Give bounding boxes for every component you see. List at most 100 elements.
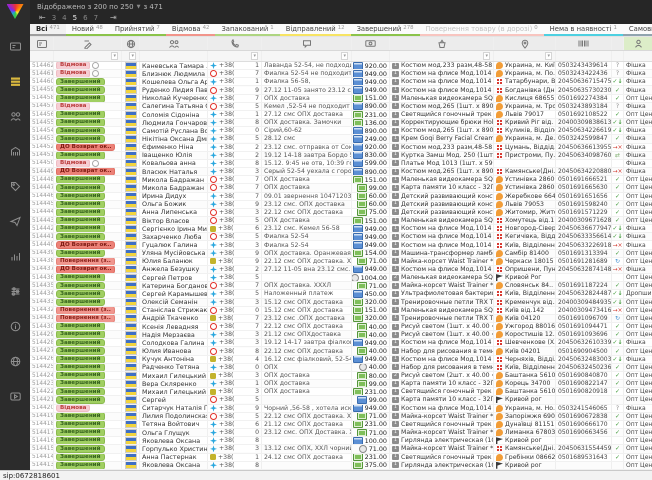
product-cell[interactable]: 1 Гирлянда электрическая (100 л.. — [390, 462, 494, 469]
customer-name[interactable]: Анна Пастернак — [140, 454, 208, 461]
customer-name[interactable]: Уляна Мусійовська — [140, 250, 208, 257]
customer-name[interactable]: Тетяна Войтович — [140, 421, 208, 428]
status-cell[interactable]: Завершений — [54, 364, 122, 371]
address-cell[interactable]: Цумань, Віддід.. — [494, 144, 556, 151]
customer-name[interactable]: Олексій Семанін — [140, 299, 208, 306]
manager-comment[interactable]: Фиалка 52-54 — [262, 241, 352, 248]
customer-name[interactable]: Вера Скляренко — [140, 380, 208, 387]
ttn-number[interactable]: 0501692274384 — [556, 95, 612, 102]
manager-comment[interactable]: 23.12 смс. ОПХ доставка — [262, 201, 352, 208]
address-cell[interactable]: Коростишів 12.. — [494, 331, 556, 338]
phone-cell[interactable]: +38( 8 — [208, 437, 262, 444]
ttn-number[interactable]: 0503242599847 — [556, 135, 612, 142]
address-cell[interactable]: Жеребкове 664.. — [494, 193, 556, 200]
ttn-number[interactable]: 0501692108522 — [556, 111, 612, 118]
table-row[interactable]: 514429 Завершений Надія Мерзаєва +38( 3 … — [30, 331, 652, 339]
table-row[interactable]: 514423 Завершений Вера Скляренко +38( 1 … — [30, 380, 652, 388]
table-row[interactable]: 514435 Завершений Катерина Богданова +38… — [30, 282, 652, 290]
customer-name[interactable]: Гуцалюк Галина — [140, 241, 208, 248]
table-row[interactable]: 514444 Завершений Анна Липенська +38( 3 … — [30, 209, 652, 217]
address-cell[interactable]: Украина, м. Де.. — [494, 135, 556, 142]
status-cell[interactable]: Завершений — [54, 201, 122, 208]
product-cell[interactable]: 1 Костюм на флисе Мод.1014 (1ш.. — [390, 356, 494, 363]
phone-cell[interactable]: +38( 3 — [208, 241, 262, 248]
status-cell[interactable]: Завершений — [54, 388, 122, 395]
ttn-number[interactable]: 20400309484935 — [556, 299, 612, 306]
customer-name[interactable]: Лилия Подолинская — [140, 413, 208, 420]
table-row[interactable]: 514449 ДО Возврат ок.. Власюк Наталья +3… — [30, 168, 652, 176]
phone-cell[interactable]: +38( 2 — [208, 266, 262, 273]
ttn-number[interactable]: 0501691598240 — [556, 201, 612, 208]
product-cell[interactable]: 1 Куртка Замш Мод. 250 (1шт. х 8.. — [390, 152, 494, 159]
ttn-number[interactable] — [556, 437, 612, 444]
phone-cell[interactable]: +38( 1 — [208, 454, 262, 461]
ttn-number[interactable]: 20450632450236 — [556, 364, 612, 371]
phone-cell[interactable]: +38( 7 — [208, 282, 262, 289]
phone-cell[interactable]: +38( 7 — [208, 193, 262, 200]
status-filter-tab[interactable]: Завершений 278 — [351, 24, 420, 36]
col-customer[interactable] — [140, 37, 208, 50]
status-filter-tab[interactable]: Відправлений 12 — [280, 24, 351, 36]
table-row[interactable]: 514425 Завершений Радченко Тетяна +38( 0… — [30, 364, 652, 372]
table-row[interactable]: 514416 Завершений Яковлева Оксана +38( 8… — [30, 437, 652, 445]
ttn-number[interactable]: 0501691094471 — [556, 323, 612, 330]
phone-cell[interactable]: +38( 6 — [208, 225, 262, 232]
ttn-number[interactable]: 0501691666521 — [556, 176, 612, 183]
phone-cell[interactable]: +38( 1 — [208, 380, 262, 387]
product-cell[interactable]: 1 Ультрафиолетовая бактерицид.. — [390, 290, 494, 297]
ttn-number[interactable]: 0501690904500 — [556, 347, 612, 354]
product-cell[interactable]: 1 Детский развивающий констру.. — [390, 193, 494, 200]
ttn-number[interactable]: 0501691665630 — [556, 184, 612, 191]
ttn-number[interactable]: 0501691187224 — [556, 282, 612, 289]
status-cell[interactable]: Завершений — [54, 86, 122, 93]
address-cell[interactable] — [494, 160, 556, 167]
manager-comment[interactable] — [262, 274, 352, 281]
col-comment[interactable] — [262, 37, 352, 50]
ttn-number[interactable]: 20450632824487 — [556, 290, 612, 297]
manager-comment[interactable]: Фиалка 56-58, — [262, 78, 352, 85]
status-cell[interactable]: Завершений — [54, 331, 122, 338]
status-cell[interactable]: Завершений — [54, 225, 122, 232]
ttn-number[interactable]: 20450635730230 — [556, 86, 612, 93]
table-row[interactable]: 514432 Повернення (з.. Станіслав Стрижак… — [30, 307, 652, 315]
status-cell[interactable]: Завершений — [54, 323, 122, 330]
ttn-number[interactable] — [556, 396, 612, 403]
address-cell[interactable]: Київ 04201 — [494, 347, 556, 354]
ttn-number[interactable]: 20450636613955 — [556, 144, 612, 151]
ttn-number[interactable]: 0501690820918 — [556, 388, 612, 395]
ttn-number[interactable]: 0501691571229 — [556, 209, 612, 216]
status-cell[interactable]: Завершений — [54, 250, 122, 257]
address-cell[interactable]: Хомутець від.1 — [494, 217, 556, 224]
address-cell[interactable]: Київ, Відділенн.. — [494, 290, 556, 297]
phone-cell[interactable]: +38( 0 — [208, 429, 262, 436]
status-cell[interactable]: ДО Возврат ок.. — [54, 266, 122, 273]
customer-name[interactable]: Радченко Тетяна — [140, 364, 208, 371]
manager-comment[interactable]: 22.12 смс ОПХ доставка — [262, 347, 352, 354]
status-cell[interactable]: Завершений — [54, 462, 122, 469]
table-row[interactable]: 514447 Завершений Микола Бадражан +38( 7… — [30, 184, 652, 192]
product-cell[interactable]: 1 Детский развивающий констру.. — [390, 201, 494, 208]
address-cell[interactable]: Корець 34700 — [494, 380, 556, 387]
address-cell[interactable]: Кислиця 68655 — [494, 95, 556, 102]
customer-name[interactable]: Николай Кучеренко — [140, 95, 208, 102]
product-filter-dropdown[interactable]: ▾ — [483, 52, 490, 60]
phone-cell[interactable]: +38( 3 — [208, 445, 262, 452]
address-cell[interactable]: Украина, м. Тро.. — [494, 103, 556, 110]
table-row[interactable]: 514456 Завершений Соломія Сідоніна +38( … — [30, 111, 652, 119]
table-row[interactable]: 514452 ДО Возврат ок.. Єфименко Ніна +38… — [30, 144, 652, 152]
manager-comment[interactable] — [262, 396, 352, 403]
status-cell[interactable]: Завершений — [54, 454, 122, 461]
table-row[interactable]: 514419 Завершений Лилия Подолинская +38(… — [30, 413, 652, 421]
product-cell[interactable]: 1 Тренировочные петли TRX Train.. — [390, 315, 494, 322]
product-cell[interactable]: 1 Костюм на флисе Мод.1014 (1ш.. — [390, 86, 494, 93]
phone-cell[interactable]: +38( 9 — [208, 258, 262, 265]
phone-cell[interactable]: +38( 5 — [208, 233, 262, 240]
address-cell[interactable]: Черняхів, Відділ.. — [494, 356, 556, 363]
phone-cell[interactable]: +38( 3 — [208, 339, 262, 346]
status-filter-tab[interactable]: Запакований 1 — [215, 24, 279, 36]
manager-comment[interactable]: 13.12 смс ОПХ, ХХЛ чорний — [262, 445, 352, 452]
status-cell[interactable]: Завершений — [54, 184, 122, 191]
customer-name[interactable]: Салегина Татьяна С.. — [140, 103, 208, 110]
ttn-number[interactable]: 0501690666170 — [556, 421, 612, 428]
customer-name[interactable]: Яковлева Оксана — [140, 462, 208, 469]
